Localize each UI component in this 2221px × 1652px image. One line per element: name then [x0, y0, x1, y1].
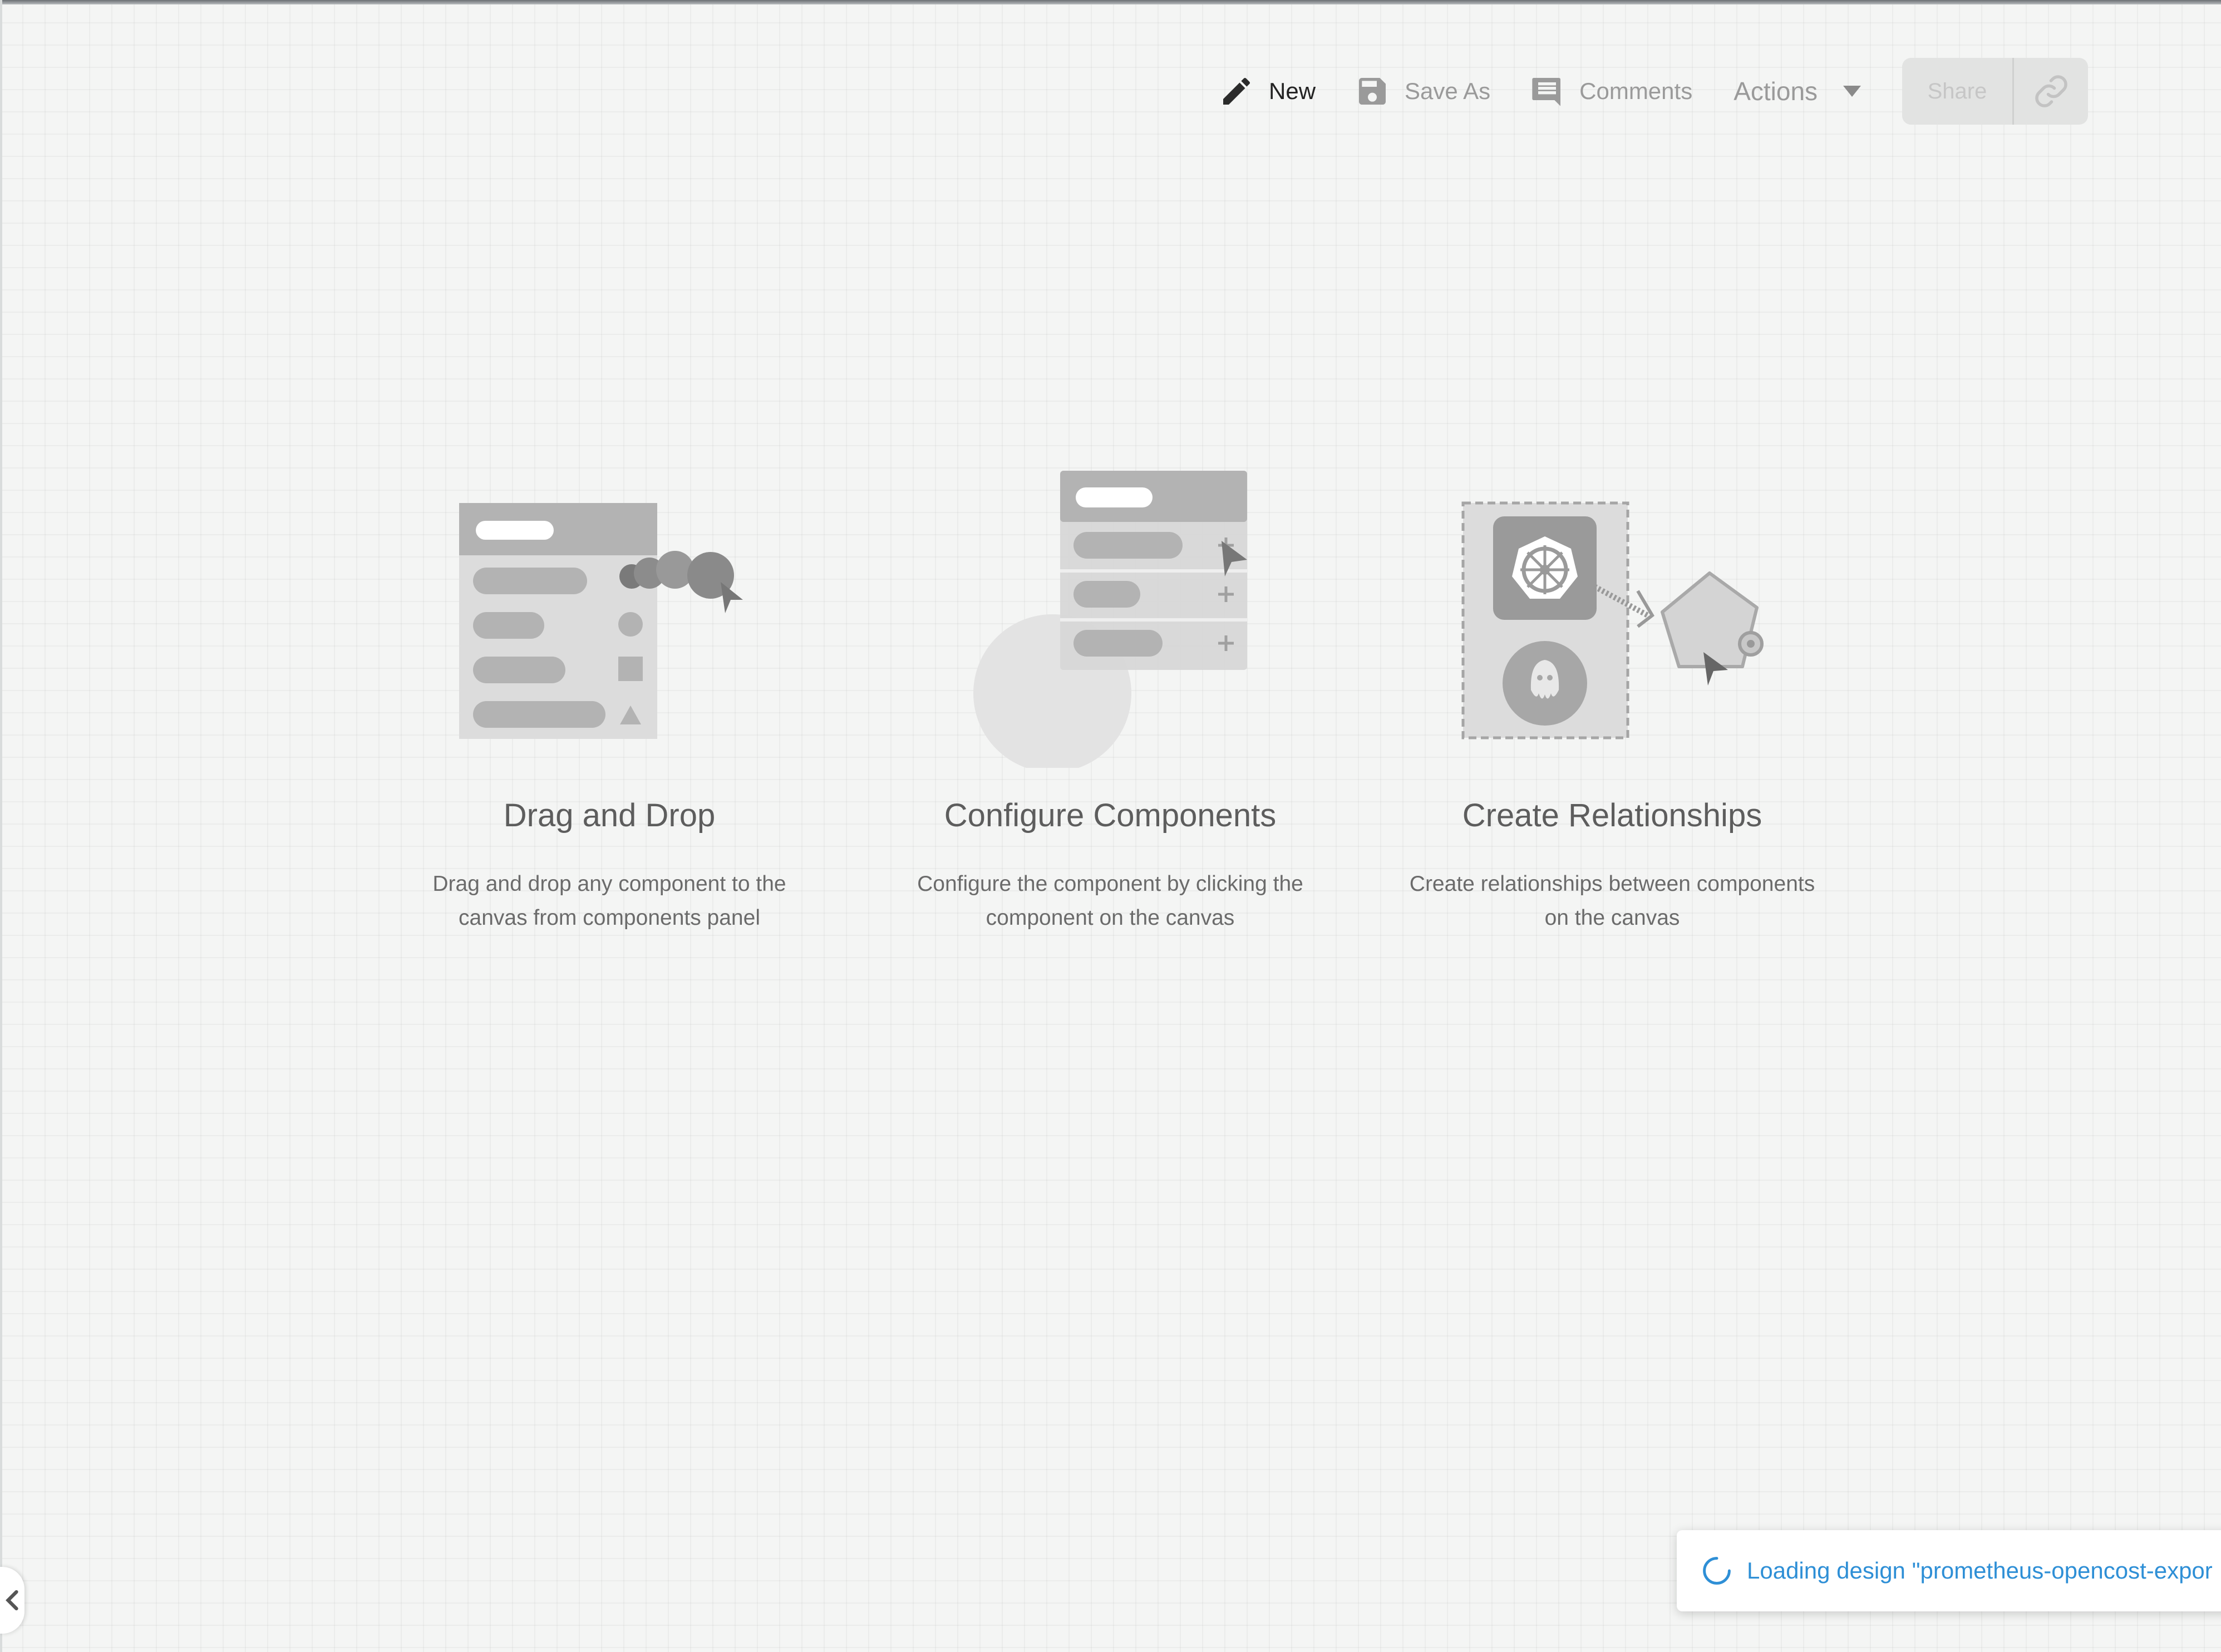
card-title: Drag and Drop: [503, 797, 716, 834]
create-relationships-illustration: [1461, 501, 1764, 739]
card-description-line: Configure the component by clicking the: [917, 872, 1303, 896]
comments-button[interactable]: Comments: [1529, 58, 1692, 125]
save-as-button[interactable]: Save As: [1355, 58, 1490, 125]
card-description-line: component on the canvas: [986, 906, 1235, 930]
actions-label: Actions: [1734, 77, 1818, 106]
card-title: Create Relationships: [1462, 797, 1762, 834]
comment-icon: [1532, 78, 1561, 106]
share-button-group: Share: [1902, 58, 2088, 125]
card-description-line: Create relationships between components: [1409, 872, 1815, 896]
loading-toast: Loading design "prometheus-opencost-expo…: [1677, 1530, 2221, 1611]
link-icon: [2035, 75, 2067, 107]
panel-collapse-handle[interactable]: [0, 1567, 24, 1634]
drag-and-drop-illustration: [459, 503, 743, 739]
configure-components-card: Configure Components Configure the compo…: [860, 456, 1361, 957]
card-description-line: on the canvas: [1544, 906, 1680, 930]
card-description: Drag and drop any component to the canva…: [359, 867, 860, 935]
card-description-line: canvas from components panel: [459, 906, 760, 930]
card-description: Create relationships between components …: [1362, 867, 1863, 935]
card-description: Configure the component by clicking the …: [860, 867, 1361, 935]
new-label: New: [1269, 78, 1316, 104]
toast-message: Loading design "prometheus-opencost-expo…: [1747, 1557, 2213, 1584]
design-toolbar: New Save As Comments Actions: [1219, 58, 1861, 125]
actions-dropdown[interactable]: Actions: [1734, 58, 1861, 125]
pencil-icon: [1223, 77, 1250, 105]
comments-label: Comments: [1579, 78, 1693, 104]
save-icon: [1359, 78, 1386, 105]
save-as-label: Save As: [1405, 78, 1491, 104]
left-border: [0, 0, 2, 1652]
card-description-line: Drag and drop any component to the: [432, 872, 786, 896]
chevron-down-icon: [1843, 86, 1861, 97]
drag-and-drop-card: Drag and Drop Drag and drop any componen…: [359, 456, 860, 957]
spinner-icon: [1703, 1557, 1731, 1585]
share-button[interactable]: Share: [1902, 58, 2014, 125]
create-relationships-card: Create Relationships Create relationship…: [1362, 456, 1863, 957]
chevron-left-icon: [6, 1590, 18, 1611]
new-button[interactable]: New: [1219, 58, 1316, 125]
configure-components-illustration: [973, 471, 1247, 768]
card-title: Configure Components: [944, 797, 1277, 834]
copy-link-button[interactable]: [2014, 58, 2088, 125]
window-top-border: [0, 0, 2221, 4]
